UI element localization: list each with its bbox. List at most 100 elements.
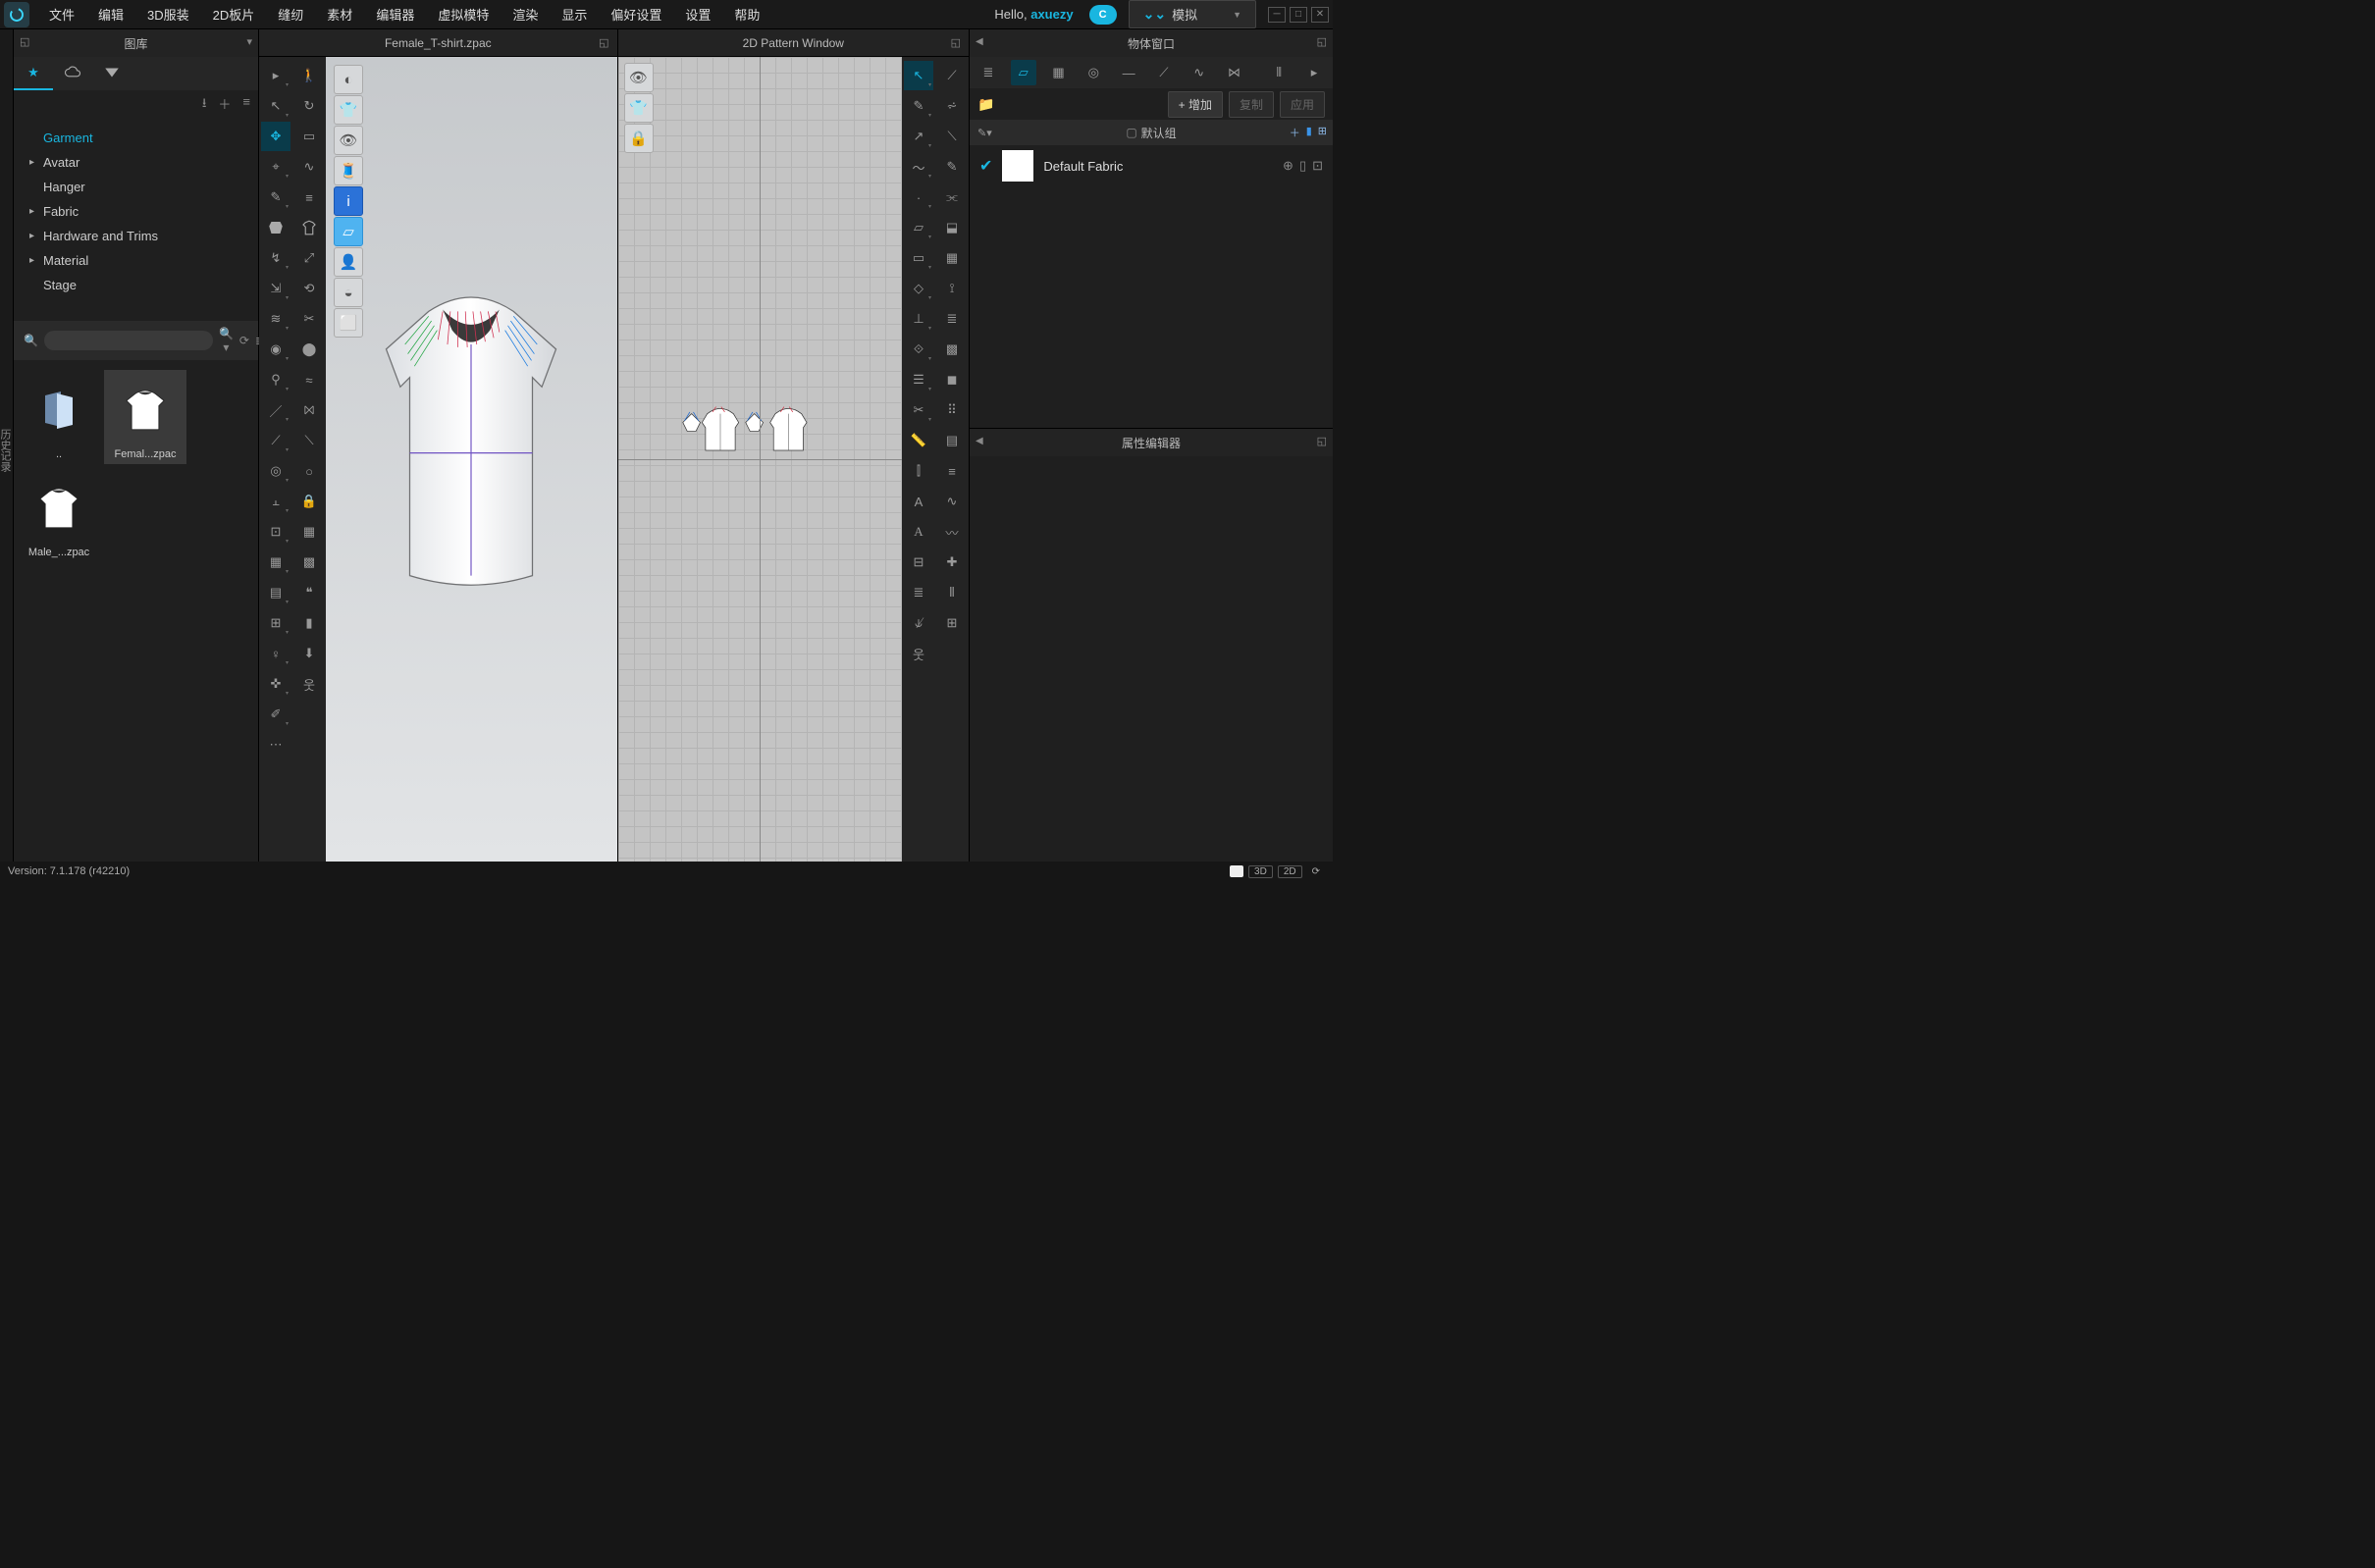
tool2d-grain[interactable]: ⫿ <box>904 456 933 486</box>
tab-cloud[interactable] <box>53 57 92 90</box>
menu-3d-garment[interactable]: 3D服装 <box>135 0 201 29</box>
tool-tack[interactable]: ◉▾ <box>261 335 290 364</box>
tool-pin[interactable]: ✎▾ <box>261 183 290 212</box>
add-icon[interactable]: ＋ <box>218 94 231 116</box>
refresh-icon[interactable]: ⟳ <box>239 334 249 347</box>
objtab-fabric[interactable]: ▱ <box>1011 60 1036 85</box>
tool-move[interactable]: ✥ <box>261 122 290 151</box>
tool2d-wiggle[interactable]: ∿ <box>937 487 967 516</box>
thumb-male-tshirt[interactable]: Male_...zpac <box>18 468 100 562</box>
menu-material[interactable]: 素材 <box>315 0 364 29</box>
cloud-button[interactable]: C <box>1089 5 1117 25</box>
tree-avatar[interactable]: ▸Avatar <box>24 150 248 175</box>
tree-hardware[interactable]: ▸Hardware and Trims <box>24 224 248 248</box>
objtab-button[interactable]: ◎ <box>1081 60 1106 85</box>
objtab-more[interactable]: ▸ <box>1301 60 1327 85</box>
popout-icon[interactable]: ◱ <box>1317 35 1327 48</box>
status-box[interactable] <box>1230 865 1243 877</box>
thumb-female-tshirt[interactable]: Femal...zpac <box>104 370 186 464</box>
tool-sew[interactable]: ⚲▾ <box>261 365 290 394</box>
tool-reset[interactable]: ↻ <box>294 91 324 121</box>
tool-texture-3d[interactable]: ▦▾ <box>261 548 290 577</box>
tool2d-text-a[interactable]: A <box>904 487 933 516</box>
float-2d-info[interactable]: 👕 <box>624 93 654 123</box>
link-icon[interactable]: ▯ <box>1299 158 1306 174</box>
tool2d-iron[interactable]: ⬓ <box>937 213 967 242</box>
app-logo[interactable] <box>4 2 29 27</box>
tool2d-grading[interactable]: 웃 <box>904 639 933 668</box>
tool2d-seam[interactable]: ☰▾ <box>904 365 933 394</box>
float-shade-stress[interactable]: 🧵 <box>334 156 363 185</box>
tree-material[interactable]: ▸Material <box>24 248 248 273</box>
status-2d[interactable]: 2D <box>1278 865 1302 878</box>
menu-help[interactable]: 帮助 <box>722 0 771 29</box>
tool-grid-3d[interactable]: ▦ <box>294 517 324 547</box>
more-3d-a[interactable]: ⋯ <box>261 730 290 759</box>
float-surface[interactable]: ▱ <box>334 217 363 246</box>
popout-icon[interactable]: ◱ <box>20 35 29 48</box>
tool-fold[interactable]: ⇲▾ <box>261 274 290 303</box>
tool2d-sewing-edit[interactable]: ✎ <box>937 152 967 182</box>
tool2d-marker[interactable]: ✚ <box>937 548 967 577</box>
tool-gizmo[interactable]: ⌖▾ <box>261 152 290 182</box>
float-shade-texture[interactable]: 👕 <box>334 95 363 125</box>
tool2d-layer[interactable]: ≣ <box>937 304 967 334</box>
tool2d-wiggle2[interactable]: 〰 <box>937 517 967 547</box>
username[interactable]: axuezy <box>1030 7 1073 22</box>
refresh-icon[interactable]: ⟳ <box>1307 866 1325 877</box>
window-maximize[interactable]: □ <box>1290 7 1307 23</box>
tool2d-align[interactable]: ≡ <box>937 456 967 486</box>
menu-render[interactable]: 渲染 <box>501 0 550 29</box>
pen-icon[interactable]: ✎▾ <box>977 127 992 139</box>
tool2d-ruler[interactable]: 📏 <box>904 426 933 455</box>
menu-2d-pattern[interactable]: 2D板片 <box>201 0 267 29</box>
apply-button[interactable]: 应用 <box>1280 91 1325 118</box>
tool2d-binding[interactable]: ⊟ <box>904 548 933 577</box>
tree-fabric[interactable]: ▸Fabric <box>24 199 248 224</box>
objtab-bow[interactable]: ⋈ <box>1222 60 1247 85</box>
tool2d-sewing-mn[interactable]: ⫘ <box>937 183 967 212</box>
tool-mesh[interactable] <box>261 213 290 242</box>
chevron-left-icon[interactable]: ◀ <box>976 36 983 47</box>
expand-icon[interactable]: ⊞ <box>1318 125 1327 140</box>
folder-blue-icon[interactable]: ▮ <box>1306 125 1312 140</box>
tool2d-edit[interactable]: ✎▾ <box>904 91 933 121</box>
info-icon[interactable]: ⊡ <box>1312 158 1323 174</box>
tool-select-mesh[interactable]: ▭ <box>294 122 324 151</box>
chevron-down-icon[interactable]: ▾ <box>246 35 252 48</box>
2d-viewport[interactable]: 👁 👕 🔒 <box>618 57 902 862</box>
menu-preferences[interactable]: 偏好设置 <box>599 0 673 29</box>
download-icon[interactable]: ⭳ <box>202 94 207 116</box>
tool-lock[interactable]: 🔒 <box>294 487 324 516</box>
check-icon[interactable]: ✔ <box>979 156 992 176</box>
tool-export3d[interactable]: ⬇ <box>294 639 324 668</box>
tool2d-fill[interactable]: ◼ <box>937 365 967 394</box>
tool2d-trace[interactable]: ⟐▾ <box>904 335 933 364</box>
tool2d-steam2[interactable]: ▦ <box>937 243 967 273</box>
tool2d-dart[interactable]: ◇▾ <box>904 274 933 303</box>
popout-icon[interactable]: ◱ <box>1317 435 1327 447</box>
float-shade-mesh[interactable]: 👁 <box>334 126 363 155</box>
tool-simulate-toggle[interactable]: ▸▾ <box>261 61 290 90</box>
tool-hole[interactable]: ○ <box>294 456 324 486</box>
menu-edit[interactable]: 编辑 <box>86 0 135 29</box>
tree-stage[interactable]: Stage <box>24 273 248 297</box>
tool2d-texture[interactable]: ▤ <box>937 426 967 455</box>
menu-setting[interactable]: 设置 <box>673 0 722 29</box>
tab-texture[interactable] <box>92 57 132 90</box>
tool2d-symmetry[interactable]: ⫝̸ <box>904 608 933 638</box>
fabric-row[interactable]: ✔ Default Fabric ⊕ ▯ ⊡ <box>970 145 1333 186</box>
tool2d-gift[interactable]: ⊞ <box>937 608 967 638</box>
tool2d-dots[interactable]: ⠿ <box>937 395 967 425</box>
window-minimize[interactable]: ─ <box>1268 7 1286 23</box>
float-info[interactable]: i <box>334 186 363 216</box>
tool2d-select[interactable]: ↖▾ <box>904 61 933 90</box>
library-search-input[interactable] <box>44 331 213 350</box>
tool-scale[interactable]: ⤢ <box>294 243 324 273</box>
tool-smooth[interactable]: ⬤ <box>294 335 324 364</box>
tool-zipper[interactable]: ⫠▾ <box>261 487 290 516</box>
tool-avatar-tape[interactable]: ✜▾ <box>261 669 290 699</box>
tool-measure[interactable]: ⟋▾ <box>261 426 290 455</box>
search-filter-icon[interactable]: 🔍▾ <box>219 327 234 354</box>
group-bar[interactable]: ✎▾ ▢ 默认组 ＋ ▮ ⊞ <box>970 120 1333 145</box>
